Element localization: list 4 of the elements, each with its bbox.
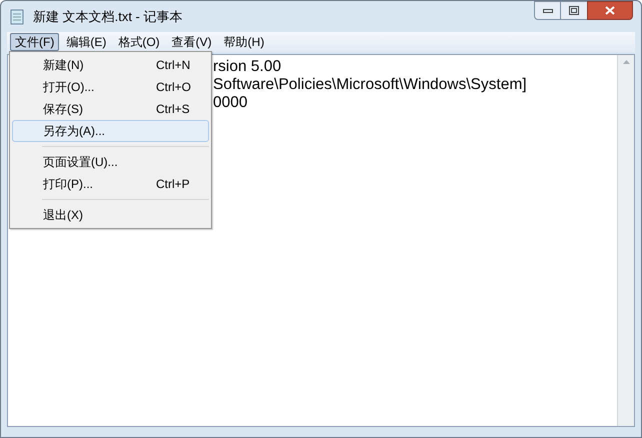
window-title: 新建 文本文档.txt - 记事本 [33,8,182,26]
document-line: rsion 5.00 [213,58,282,76]
document-line: 0000 [213,94,248,112]
document-line: Software\Policies\Microsoft\Windows\System] [213,76,528,94]
